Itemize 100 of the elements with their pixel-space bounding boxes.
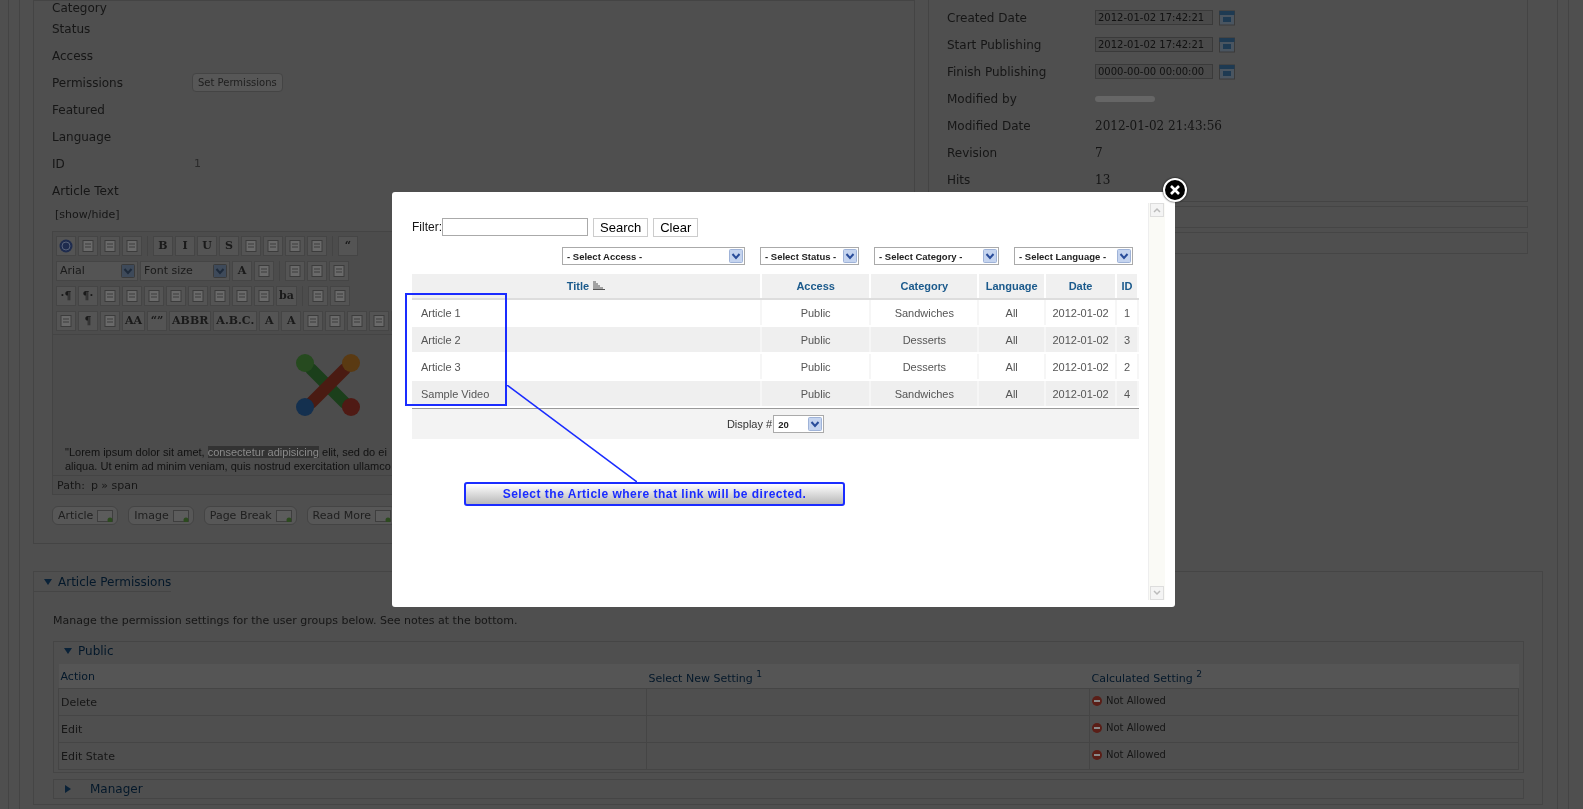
font-select[interactable]: Font size: [140, 260, 230, 281]
toolbar-button[interactable]: “”: [147, 310, 168, 331]
toolbar-button[interactable]: [307, 260, 327, 281]
show-hide-link[interactable]: [show/hide]: [52, 204, 120, 225]
toolbar-button[interactable]: [100, 285, 120, 306]
filter-select[interactable]: - Select Category -: [874, 247, 999, 265]
setting-value: Not Allowed: [1106, 749, 1166, 761]
date-field[interactable]: 2012-01-02 17:42:21: [1095, 37, 1213, 52]
toolbar-button[interactable]: [100, 235, 120, 256]
toolbar-button[interactable]: [263, 235, 283, 256]
not-allowed-icon: [1092, 695, 1102, 706]
date-field[interactable]: 2012-01-02 17:42:21: [1095, 10, 1213, 25]
column-header: Action: [58, 664, 647, 689]
filter-select[interactable]: - Select Access -: [562, 247, 745, 265]
toolbar-button[interactable]: I: [175, 235, 195, 256]
toolbar-button[interactable]: [56, 310, 76, 331]
column-header[interactable]: Access: [760, 274, 871, 299]
chevron-icon: [121, 263, 135, 278]
column-header[interactable]: Date: [1045, 274, 1117, 299]
toolbar-button[interactable]: [56, 235, 76, 256]
insert-button[interactable]: Page Break: [203, 506, 297, 525]
table-cell: All: [978, 326, 1046, 353]
column-header[interactable]: Language: [978, 274, 1046, 299]
help-icon: [59, 238, 73, 253]
toolbar-button[interactable]: [285, 235, 305, 256]
toolbar-button[interactable]: [369, 310, 390, 331]
toolbar-button[interactable]: [307, 235, 327, 256]
chevron-icon: [213, 263, 227, 278]
filter-select[interactable]: - Select Language -: [1014, 247, 1133, 265]
toolbar-button[interactable]: [307, 285, 328, 306]
chevron-icon: [843, 249, 857, 263]
toolbar-button[interactable]: [303, 310, 324, 331]
toolbar-button[interactable]: A.B.C.: [213, 310, 258, 331]
tool-icon: [288, 263, 302, 278]
tool-icon: [235, 288, 249, 303]
table-cell: 2012-01-02: [1045, 380, 1117, 407]
field-label: Start Publishing: [947, 37, 1043, 52]
table-cell: Sandwiches: [870, 380, 979, 407]
toolbar-button[interactable]: ¶: [78, 310, 98, 331]
display-select[interactable]: 20: [773, 415, 825, 433]
section-header[interactable]: Public: [54, 642, 114, 660]
toolbar-button[interactable]: ·¶: [56, 285, 76, 306]
toolbar-button[interactable]: AA: [122, 310, 146, 331]
article-link[interactable]: Article 2: [412, 326, 761, 353]
toolbar-button[interactable]: [325, 310, 346, 331]
toolbar-button[interactable]: [210, 285, 230, 306]
toolbar-button[interactable]: [347, 310, 368, 331]
toolbar-button[interactable]: ba: [276, 285, 297, 306]
toolbar-button[interactable]: [329, 260, 349, 281]
toolbar-button[interactable]: A: [232, 260, 252, 281]
toolbar-button[interactable]: [254, 285, 274, 306]
toolbar-button[interactable]: [232, 285, 252, 306]
close-button[interactable]: [1163, 178, 1187, 202]
toolbar-button[interactable]: U: [197, 235, 217, 256]
table-cell: Delete: [58, 688, 647, 716]
toolbar-button[interactable]: ABBR: [169, 310, 212, 331]
toolbar-button[interactable]: [188, 285, 208, 306]
setting-value: Not Allowed: [1106, 695, 1166, 707]
column-header[interactable]: Category: [870, 274, 979, 299]
insert-button[interactable]: Article: [52, 506, 119, 525]
column-header[interactable]: Title: [412, 274, 761, 299]
toolbar-button[interactable]: B: [153, 235, 173, 256]
article-link[interactable]: Sample Video: [412, 380, 761, 407]
toolbar-button[interactable]: A: [281, 310, 302, 331]
toolbar-button[interactable]: [100, 310, 120, 331]
font-select[interactable]: Arial: [56, 260, 138, 281]
chevron-icon: [729, 249, 743, 263]
filter-field[interactable]: [442, 218, 588, 236]
filter-button[interactable]: Search: [593, 217, 649, 237]
toolbar-button[interactable]: [78, 235, 98, 256]
chevron-icon: [983, 249, 997, 263]
toolbar-button[interactable]: A: [259, 310, 280, 331]
tool-icon: [59, 313, 73, 328]
tool-icon: [310, 263, 324, 278]
toolbar-button[interactable]: [329, 285, 350, 306]
tool-icon: [147, 288, 161, 303]
toolbar-button[interactable]: [122, 235, 142, 256]
section-header[interactable]: Article Permissions: [34, 572, 172, 592]
field-label: Revision: [947, 145, 999, 160]
tool-icon: [191, 288, 205, 303]
column-header[interactable]: ID: [1116, 274, 1138, 299]
toolbar-button[interactable]: [166, 285, 186, 306]
not-allowed-icon: [1092, 749, 1102, 760]
insert-button[interactable]: Image: [128, 506, 194, 525]
setting-value: Not Allowed: [1106, 722, 1166, 734]
toolbar-button[interactable]: S: [219, 235, 239, 256]
toolbar-button[interactable]: ¶·: [78, 285, 98, 306]
toolbar-button[interactable]: [144, 285, 164, 306]
toolbar-button[interactable]: [285, 260, 305, 281]
toolbar-button[interactable]: “: [338, 235, 358, 256]
scrollbar[interactable]: [1148, 203, 1165, 600]
tool-icon: [213, 288, 227, 303]
toolbar-button[interactable]: [241, 235, 261, 256]
picture-icon: [172, 509, 189, 522]
toolbar-button[interactable]: [254, 260, 274, 281]
filter-select[interactable]: - Select Status -: [760, 247, 859, 265]
toolbar-button[interactable]: [122, 285, 142, 306]
filter-button[interactable]: Clear: [653, 217, 699, 237]
close-icon: [1169, 184, 1181, 196]
section-header[interactable]: Manager: [54, 780, 143, 798]
